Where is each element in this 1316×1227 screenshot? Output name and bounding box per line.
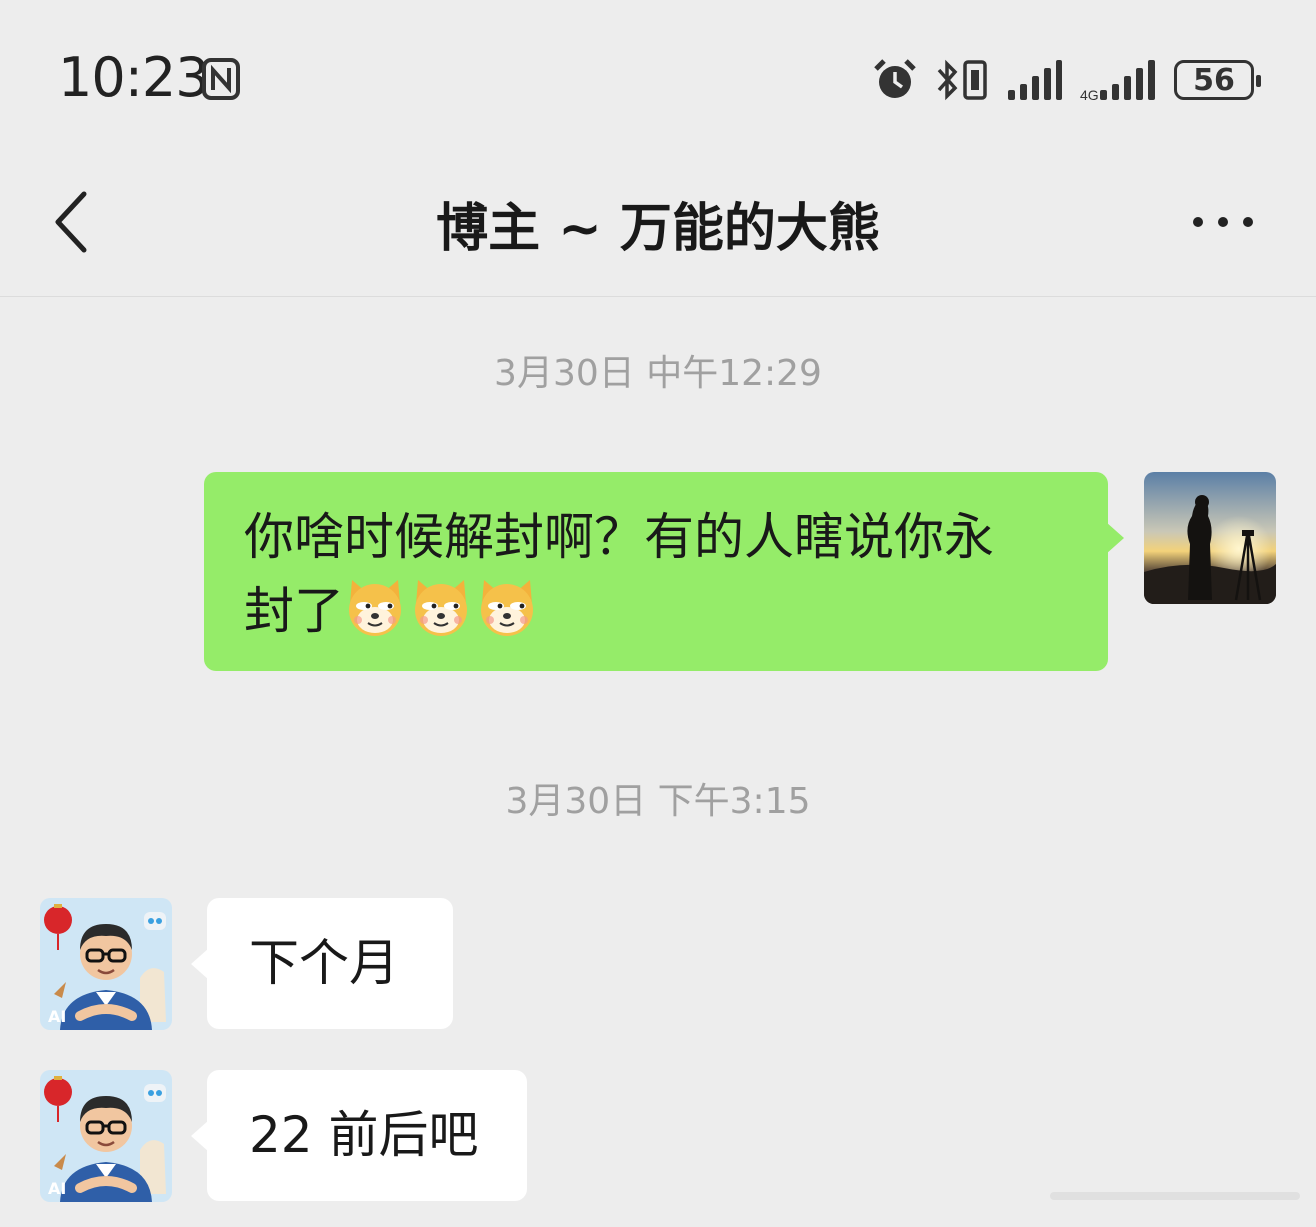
status-icons: 4G 56 <box>872 52 1261 108</box>
avatar-photo <box>1144 472 1276 604</box>
contact-avatar[interactable]: AI <box>40 1070 172 1202</box>
my-avatar[interactable] <box>1144 472 1276 604</box>
chat-title: 博主 ~ 万能的大熊 <box>436 199 880 259</box>
message-text: 22 前后吧 <box>249 1106 479 1164</box>
doge-emoji-icon <box>415 580 467 636</box>
status-bar: 10:23 4G 56 <box>0 0 1316 160</box>
message-timestamp: 3月30日 下午3:15 <box>505 781 811 822</box>
sent-message-bubble[interactable]: 你啥时候解封啊？有的人瞎说你永 封了 <box>204 472 1124 671</box>
received-message-bubble[interactable]: 22 前后吧 <box>191 1070 527 1201</box>
doge-emoji-icon <box>349 580 401 636</box>
bluetooth-icon <box>937 59 958 101</box>
ai-badge: AI <box>48 1007 67 1026</box>
message-timestamp: 3月30日 中午12:29 <box>494 353 822 394</box>
signal-4g-icon: 4G <box>1080 60 1155 102</box>
message-text: 下个月 <box>249 934 399 992</box>
more-button[interactable] <box>1188 202 1258 242</box>
alarm-icon <box>874 59 916 98</box>
received-message-bubble[interactable]: 下个月 <box>191 898 453 1029</box>
status-time: 10:23 <box>58 46 210 109</box>
emoji-group <box>344 580 542 640</box>
message-text-line: 你啥时候解封啊？有的人瞎说你永 <box>244 508 994 566</box>
doge-emoji-icon <box>481 580 533 636</box>
battery-icon: 56 <box>1174 60 1261 100</box>
message-text-line: 封了 <box>244 582 344 640</box>
more-icon <box>1193 217 1253 227</box>
svg-text:4G: 4G <box>1080 87 1099 102</box>
scroll-indicator-icon <box>1050 1192 1300 1200</box>
battery-level: 56 <box>1193 62 1235 98</box>
ai-badge: AI <box>48 1179 67 1198</box>
contact-avatar[interactable]: AI <box>40 898 172 1030</box>
signal-icon <box>1008 60 1062 100</box>
nfc-icon <box>202 58 240 100</box>
vibrate-icon <box>963 60 987 100</box>
chat-header: 博主 ~ 万能的大熊 <box>0 160 1316 297</box>
